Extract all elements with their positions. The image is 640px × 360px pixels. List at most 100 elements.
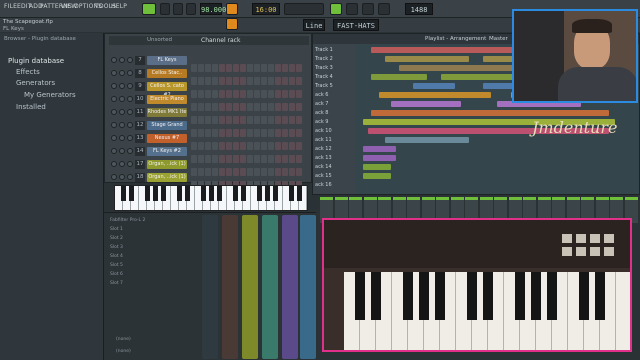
channel-knob[interactable] <box>119 57 125 63</box>
channel-name-button[interactable]: Cellos Stac.. <box>147 69 187 78</box>
track-label[interactable]: ack 10 <box>315 127 357 135</box>
piano-black-key[interactable] <box>160 186 166 201</box>
channel-knob[interactable] <box>111 96 117 102</box>
piano-black-key[interactable] <box>152 186 158 201</box>
channel-row[interactable]: 8 Cellos Stac.. <box>105 69 311 85</box>
channel-knob[interactable] <box>127 109 133 115</box>
metronome-button[interactable] <box>226 3 238 15</box>
mixer-fx-slot[interactable]: Slot 2 <box>110 235 180 242</box>
routing-select-2[interactable]: (none) <box>116 349 131 354</box>
piano-black-key[interactable] <box>272 186 278 201</box>
channel-row[interactable]: 14 FL Keys #2 <box>105 147 311 163</box>
channel-knob[interactable] <box>119 83 125 89</box>
channel-knob[interactable] <box>127 70 133 76</box>
piano-black-key[interactable] <box>296 186 302 201</box>
pattern-clip[interactable] <box>371 47 525 53</box>
play-button[interactable] <box>160 3 170 15</box>
browser-item-my-generators[interactable]: My Generators <box>24 91 76 99</box>
channel-knob[interactable] <box>111 174 117 180</box>
mixer-strip[interactable] <box>300 215 316 359</box>
browser-item-installed[interactable]: Installed <box>16 103 46 111</box>
track-label[interactable]: ack 12 <box>315 145 357 153</box>
channel-knob[interactable] <box>119 135 125 141</box>
menu-help[interactable]: HELP <box>111 3 127 10</box>
pattern-clip[interactable] <box>413 83 455 89</box>
channel-row[interactable]: 10 Electric Piano <box>105 95 311 111</box>
step-sequencer[interactable] <box>191 135 303 150</box>
channel-name-button[interactable]: Electric Piano <box>147 95 187 104</box>
channel-knob[interactable] <box>119 174 125 180</box>
piano-black-key[interactable] <box>144 186 150 201</box>
mixer-fx-slot[interactable]: Fabfilter Pro-L 2 <box>110 217 180 224</box>
track-label[interactable]: ack 16 <box>315 181 357 189</box>
piano-black-key[interactable] <box>288 186 294 201</box>
channel-knob[interactable] <box>111 148 117 154</box>
piano-black-key[interactable] <box>256 186 262 201</box>
track-label[interactable]: ack 14 <box>315 163 357 171</box>
mini-piano-keyboard[interactable] <box>114 185 308 211</box>
record-button[interactable] <box>186 3 196 15</box>
browser-item-generators[interactable]: Generators <box>16 79 55 87</box>
channel-row[interactable]: 9Cellos S. cato #2 <box>105 82 311 98</box>
playlist-icon[interactable] <box>346 3 358 15</box>
stop-button[interactable] <box>173 3 183 15</box>
routing-select[interactable]: (none) <box>116 337 131 342</box>
step-sequencer[interactable] <box>191 174 303 189</box>
pattern-clip[interactable] <box>371 74 427 80</box>
channel-knob[interactable] <box>119 109 125 115</box>
channel-name-button[interactable]: Stage Grand <box>147 121 187 130</box>
step-edit-button[interactable] <box>226 18 238 30</box>
channel-name-button[interactable]: Rhodes MK1 Ite <box>147 108 187 117</box>
mixer-icon[interactable] <box>378 3 390 15</box>
channel-name-button[interactable]: Organ, ..ick (1) <box>147 173 187 182</box>
step-sequencer[interactable] <box>191 161 303 176</box>
mixer-fx-slot[interactable]: Slot 7 <box>110 280 180 287</box>
track-label[interactable]: ack 11 <box>315 136 357 144</box>
channel-row[interactable]: 17 Organ, ..ick (1) <box>105 160 311 176</box>
channel-row[interactable]: 18 Organ, ..ick (1) <box>105 173 311 189</box>
rack-filter[interactable]: Unsorted <box>147 37 172 43</box>
pattern-clip[interactable] <box>362 164 391 170</box>
piano-black-key[interactable] <box>264 186 270 201</box>
step-sequencer[interactable] <box>191 96 303 111</box>
pattern-clip[interactable] <box>379 92 492 98</box>
track-label[interactable]: ack 6 <box>315 91 357 99</box>
channel-knob[interactable] <box>127 148 133 154</box>
step-sequencer[interactable] <box>191 148 303 163</box>
pattern-clip[interactable] <box>362 173 391 179</box>
pattern-clip[interactable] <box>362 146 397 152</box>
track-label[interactable]: ack 8 <box>315 109 357 117</box>
channel-knob[interactable] <box>127 161 133 167</box>
channel-knob[interactable] <box>119 70 125 76</box>
channel-knob[interactable] <box>111 109 117 115</box>
tempo-display[interactable]: 98.000 <box>200 3 226 15</box>
mixer-strip[interactable] <box>262 215 278 359</box>
mixer-fx-slot[interactable]: Slot 6 <box>110 271 180 278</box>
browser-item-effects[interactable]: Effects <box>16 68 40 76</box>
channel-name-button[interactable]: Organ, ..ick (1) <box>147 160 187 169</box>
channel-name-button[interactable]: Nexus #7 <box>147 134 187 143</box>
channel-knob[interactable] <box>111 122 117 128</box>
channel-knob[interactable] <box>127 135 133 141</box>
mixer-strip[interactable] <box>242 215 258 359</box>
step-sequencer[interactable] <box>191 70 303 85</box>
menu-file[interactable]: FILE <box>4 3 17 10</box>
mixer-strip[interactable] <box>202 215 218 359</box>
pattern-clip[interactable] <box>385 56 469 62</box>
channel-knob[interactable] <box>127 57 133 63</box>
track-label[interactable]: Track 3 <box>315 64 357 72</box>
track-label[interactable]: Track 1 <box>315 46 357 54</box>
piano-roll-icon[interactable] <box>362 3 374 15</box>
piano-black-key[interactable] <box>120 186 126 201</box>
piano-black-key[interactable] <box>240 186 246 201</box>
channel-knob[interactable] <box>127 83 133 89</box>
channel-name-button[interactable]: Cellos S. cato #2 <box>147 82 187 98</box>
piano-black-key[interactable] <box>128 186 134 201</box>
channel-knob[interactable] <box>119 161 125 167</box>
step-sequencer[interactable] <box>191 122 303 137</box>
mode-select[interactable]: Line <box>303 19 325 31</box>
step-sequencer[interactable] <box>191 109 303 124</box>
piano-black-key[interactable] <box>176 186 182 201</box>
mixer-fx-slot[interactable]: Slot 5 <box>110 262 180 269</box>
track-label[interactable]: Track 5 <box>315 82 357 90</box>
